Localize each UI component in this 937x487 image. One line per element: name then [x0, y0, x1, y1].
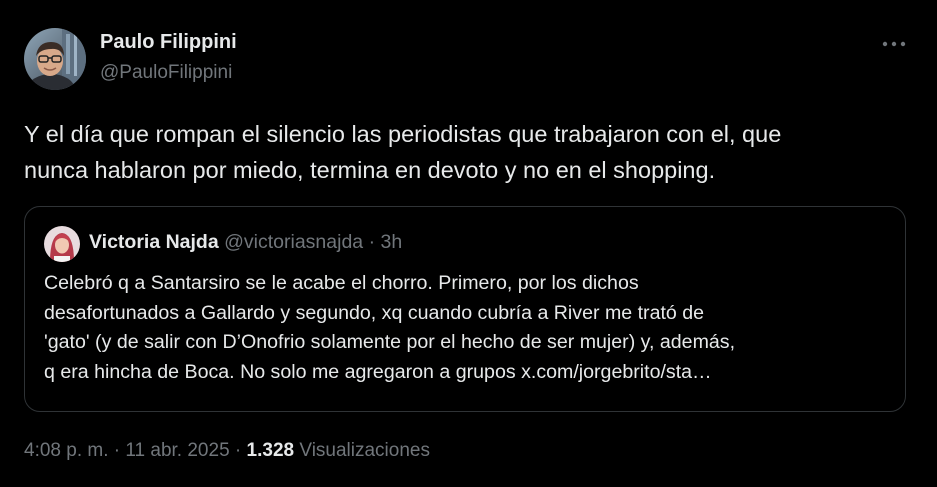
author-name[interactable]: Paulo Filippini — [100, 31, 237, 54]
quoted-tweet-text: Celebró q a Santarsiro se le acabe el ch… — [44, 269, 899, 387]
person-photo-icon — [24, 28, 86, 90]
more-options-button[interactable] — [878, 32, 910, 56]
quoted-author-avatar — [44, 226, 80, 262]
quoted-text-line: q era hincha de Boca. No solo me agregar… — [44, 360, 712, 383]
person-photo-icon — [44, 226, 80, 262]
tweet-date[interactable]: 11 abr. 2025 — [125, 440, 229, 461]
quoted-text-line: Celebró q a Santarsiro se le acabe el ch… — [44, 272, 639, 294]
views-count[interactable]: 1.328 — [247, 440, 295, 461]
author-handle[interactable]: @PauloFilippini — [100, 62, 232, 84]
author-avatar[interactable] — [24, 28, 86, 90]
quoted-text-line: desafortunados a Gallardo y segundo, xq … — [44, 301, 705, 324]
tweet-text-line: nunca hablaron por miedo, termina en dev… — [24, 157, 716, 183]
tweet-meta: 4:08 p. m. · 11 abr. 2025 · 1.328 Visual… — [24, 440, 430, 462]
quoted-author-handle: @victoriasnajda — [224, 231, 364, 253]
quoted-tweet-card[interactable]: Victoria Najda @victoriasnajda · 3h Cele… — [24, 206, 906, 412]
tweet-text-line: Y el día que rompan el silencio las peri… — [24, 121, 782, 147]
separator-dot: · — [113, 440, 121, 461]
tweet-time[interactable]: 4:08 p. m. — [24, 440, 109, 461]
quoted-tweet-time: 3h — [380, 231, 403, 253]
views-label[interactable]: Visualizaciones — [299, 440, 430, 461]
quoted-text-line: 'gato' (y de salir con D’Onofrio solamen… — [44, 331, 736, 353]
tweet-text: Y el día que rompan el silencio las peri… — [24, 116, 914, 188]
separator-dot: · — [368, 231, 376, 253]
quoted-tweet-header: Victoria Najda @victoriasnajda · 3h — [89, 231, 402, 254]
quoted-author-name: Victoria Najda — [89, 231, 219, 253]
separator-dot: · — [234, 440, 242, 461]
more-horizontal-icon — [882, 41, 906, 47]
